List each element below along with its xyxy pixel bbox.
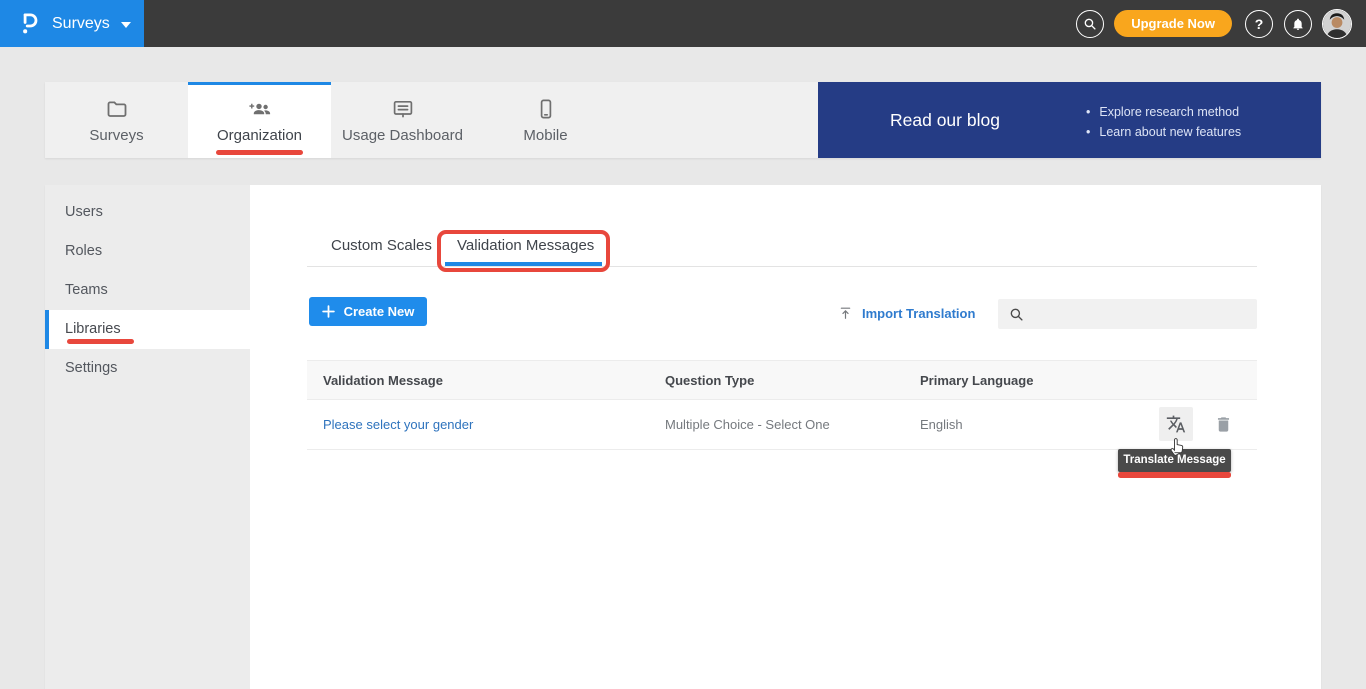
- main-panel: Users Roles Teams Libraries Settings Cus…: [45, 185, 1321, 689]
- questionpro-logo-icon: [21, 11, 39, 36]
- group-add-icon: [247, 97, 273, 121]
- topbar: Surveys Upgrade Now ?: [0, 0, 1366, 47]
- search-input[interactable]: [1032, 299, 1257, 329]
- sidebar-item-label: Libraries: [65, 321, 121, 337]
- sidebar-item-roles[interactable]: Roles: [45, 232, 250, 271]
- sidebar-item-teams[interactable]: Teams: [45, 271, 250, 310]
- banner-bullet-list: Explore research method Learn about new …: [1086, 102, 1241, 142]
- sidebar-item-label: Teams: [65, 282, 108, 298]
- search-icon: [1009, 307, 1024, 322]
- table-row: Please select your gender Multiple Choic…: [307, 400, 1257, 450]
- tab-mobile[interactable]: Mobile: [474, 82, 617, 158]
- product-menu[interactable]: Surveys: [0, 0, 144, 47]
- sidebar-item-label: Settings: [65, 360, 117, 376]
- sidebar-item-label: Roles: [65, 243, 102, 259]
- plus-icon: [322, 305, 335, 318]
- table-header-row: Validation Message Question Type Primary…: [307, 360, 1257, 400]
- translate-icon: [1166, 414, 1186, 434]
- column-header: Question Type: [665, 373, 920, 388]
- create-new-label: Create New: [344, 304, 415, 319]
- question-type-cell: Multiple Choice - Select One: [665, 417, 920, 432]
- primary-language-cell: English: [920, 417, 1150, 432]
- tab-label: Surveys: [89, 127, 143, 144]
- sidebar-item-label: Users: [65, 204, 103, 220]
- topbar-actions: Upgrade Now ?: [1076, 0, 1352, 47]
- blog-banner[interactable]: Read our blog Explore research method Le…: [818, 82, 1321, 158]
- tab-custom-scales[interactable]: Custom Scales: [331, 236, 432, 256]
- sidebar-item-users[interactable]: Users: [45, 193, 250, 232]
- import-translation-link[interactable]: Import Translation: [838, 304, 975, 322]
- banner-bullet: Learn about new features: [1086, 122, 1241, 142]
- column-header: Primary Language: [920, 373, 1150, 388]
- notifications-button[interactable]: [1284, 10, 1312, 38]
- sidebar-item-libraries[interactable]: Libraries: [45, 310, 250, 349]
- annotation-underline-tooltip: [1118, 472, 1231, 478]
- banner-bullet: Explore research method: [1086, 102, 1241, 122]
- import-translation-label: Import Translation: [862, 306, 975, 321]
- annotation-underline-organization: [216, 150, 303, 155]
- column-header: Validation Message: [323, 373, 665, 388]
- banner-title: Read our blog: [890, 82, 1000, 158]
- chevron-down-icon: [121, 22, 131, 28]
- tab-usage-dashboard[interactable]: Usage Dashboard: [331, 82, 474, 158]
- delete-button[interactable]: [1210, 411, 1236, 437]
- organization-sidebar: Users Roles Teams Libraries Settings: [45, 185, 250, 689]
- upgrade-now-button[interactable]: Upgrade Now: [1114, 10, 1232, 37]
- validation-message-link[interactable]: Please select your gender: [323, 417, 665, 432]
- folder-icon: [105, 97, 129, 121]
- tab-label: Usage Dashboard: [342, 127, 463, 144]
- annotation-box-validation-messages: [437, 230, 610, 272]
- upload-icon: [838, 305, 853, 321]
- tab-surveys[interactable]: Surveys: [45, 82, 188, 158]
- annotation-underline-libraries: [67, 339, 134, 344]
- table-search: [998, 299, 1257, 329]
- user-avatar[interactable]: [1322, 9, 1352, 39]
- product-menu-label: Surveys: [52, 15, 110, 33]
- workspace-tabs: Surveys Organization: [45, 82, 818, 158]
- cursor-pointer-icon: [1168, 435, 1187, 462]
- libraries-content: Custom Scales Validation Messages Create…: [250, 185, 1321, 689]
- dashboard-icon: [391, 97, 415, 121]
- sidebar-item-settings[interactable]: Settings: [45, 349, 250, 388]
- help-button[interactable]: ?: [1245, 10, 1273, 38]
- tab-organization[interactable]: Organization: [188, 82, 331, 158]
- validation-messages-table: Validation Message Question Type Primary…: [307, 360, 1257, 450]
- mobile-icon: [534, 97, 558, 121]
- tab-label: Mobile: [523, 127, 567, 144]
- bell-icon: [1291, 17, 1305, 31]
- secondary-nav: Surveys Organization: [45, 82, 1321, 158]
- trash-icon: [1214, 414, 1233, 435]
- search-button[interactable]: [1076, 10, 1104, 38]
- search-icon: [1083, 17, 1097, 31]
- tab-label: Organization: [217, 127, 302, 144]
- create-new-button[interactable]: Create New: [309, 297, 427, 326]
